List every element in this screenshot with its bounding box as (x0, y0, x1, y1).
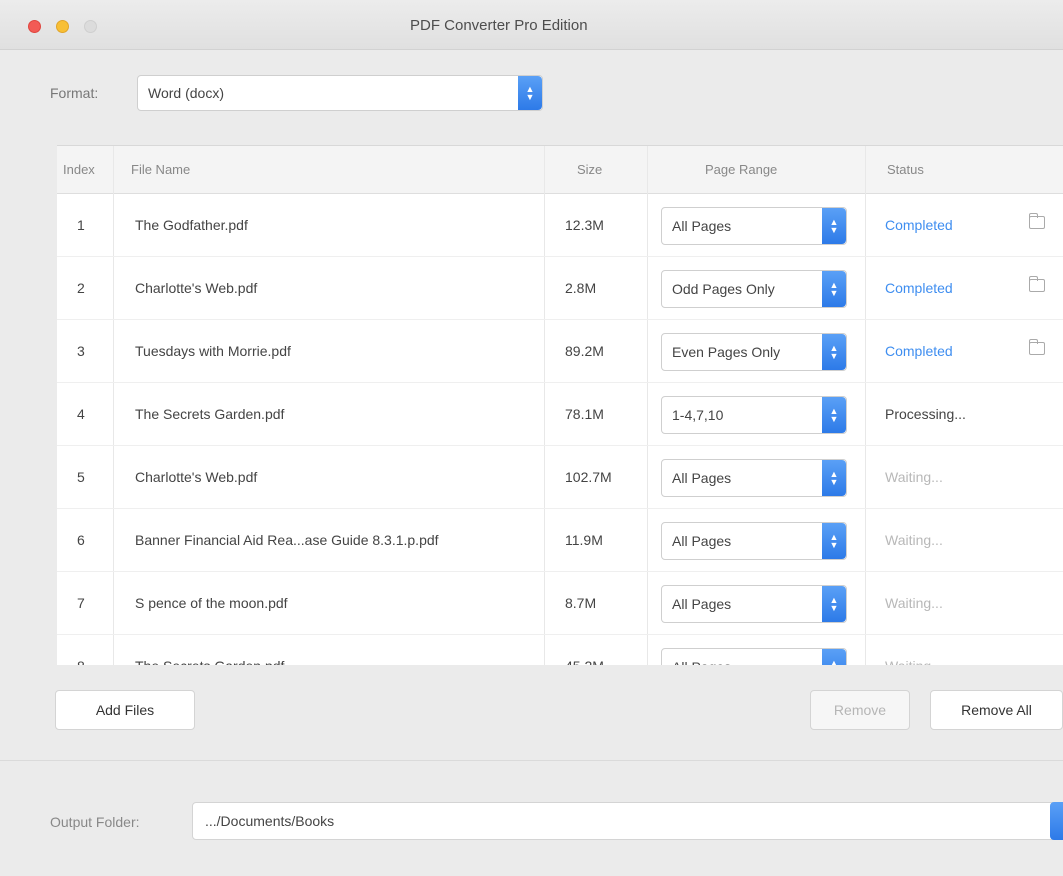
page-range-value: All Pages (672, 533, 732, 549)
page-range-select[interactable]: All Pages ▲▼ (661, 585, 847, 623)
row-status: Completed (885, 217, 953, 233)
page-range-value: Even Pages Only (672, 344, 781, 360)
row-file-name: Banner Financial Aid Rea...ase Guide 8.3… (135, 532, 439, 548)
row-status: Processing... (885, 406, 966, 422)
row-index: 8 (77, 658, 85, 665)
output-folder-label: Output Folder: (50, 814, 140, 830)
table-header: Index File Name Size Page Range Status (57, 146, 1063, 194)
row-index: 1 (77, 217, 85, 233)
output-folder-browse-button[interactable] (1050, 802, 1063, 840)
file-table: Index File Name Size Page Range Status 1… (57, 145, 1063, 665)
row-size: 12.3M (565, 217, 604, 233)
page-range-select[interactable]: Odd Pages Only ▲ ▼ (661, 270, 847, 308)
chevron-updown-icon[interactable]: ▲▼ (822, 397, 846, 433)
row-size: 78.1M (565, 406, 604, 422)
row-index: 2 (77, 280, 85, 296)
page-range-select[interactable]: 1-4,7,10 ▲ ▼ (661, 396, 847, 434)
row-file-name: The Secrets Garden.pdf (135, 658, 284, 665)
page-range-value: All Pages (672, 218, 732, 234)
page-range-select[interactable]: All Pages ▲▼ (661, 648, 847, 665)
row-status: Completed (885, 343, 953, 359)
format-value: Word (docx) (148, 85, 224, 101)
chevron-updown-icon[interactable]: ▲▼ (822, 208, 846, 244)
table-row[interactable]: 5 Charlotte's Web.pdf 102.7M All Pages ▲ ▼ Wai… (57, 446, 1063, 509)
row-size: 45.2M (565, 658, 604, 665)
row-size: 2.8M (565, 280, 597, 296)
row-status: Waiting... (885, 532, 943, 548)
page-range-value: All Pages (672, 659, 731, 665)
row-index: 6 (77, 532, 85, 548)
chevron-updown-icon[interactable]: ▲▼ (822, 460, 846, 496)
header-page-range: Page Range (705, 162, 778, 177)
remove-button[interactable]: Remove (810, 690, 910, 730)
row-index: 4 (77, 406, 85, 422)
header-index: Index (63, 162, 95, 177)
chevron-updown-icon[interactable]: ▲▼ (518, 76, 542, 110)
page-range-select[interactable]: All Pages ▲▼ (661, 207, 847, 245)
chevron-updown-icon[interactable]: ▲▼ (822, 586, 846, 622)
header-file-name: File Name (131, 162, 191, 177)
add-files-button[interactable]: Add Files (55, 690, 195, 730)
row-status: Waiting... (885, 469, 943, 485)
format-select[interactable]: Word (docx) ▲ ▼ (137, 75, 543, 111)
window-title: PDF Converter Pro Edition (410, 17, 588, 34)
row-file-name: Tuesdays with Morrie.pdf (135, 343, 291, 359)
table-row[interactable]: 4 The Secrets Garden.pdf 78.1M 1-4,7,10 ▲ ▼ Pr… (57, 383, 1063, 446)
row-size: 11.9M (565, 532, 603, 548)
row-status: Waiting... (885, 658, 943, 665)
format-label: Format: (50, 85, 99, 101)
chevron-updown-icon[interactable]: ▲▼ (822, 334, 846, 370)
row-file-name: Charlotte's Web.pdf (135, 469, 258, 485)
row-file-name: S pence of the moon.pdf (135, 595, 288, 611)
page-range-select[interactable]: All Pages ▲▼ (661, 522, 847, 560)
header-size: Size (577, 162, 603, 177)
table-row[interactable]: 8 The Secrets Garden.pdf 45.2M All Pages ▲▼ W… (57, 635, 1063, 665)
chevron-updown-icon[interactable]: ▲▼ (822, 523, 846, 559)
row-status: Completed (885, 280, 953, 296)
page-range-value: All Pages (672, 470, 732, 486)
page-range-value: 1-4,7,10 (672, 407, 724, 423)
page-range-value: Odd Pages Only (672, 281, 775, 297)
page-range-select[interactable]: Even Pages Only ▲ ▼ (661, 333, 847, 371)
row-index: 7 (77, 595, 85, 611)
row-status: Waiting... (885, 595, 943, 611)
row-size: 102.7M (565, 469, 612, 485)
table-row[interactable]: 2 Charlotte's Web.pdf 2.8M Odd Pages Only ▲ ▼… (57, 257, 1063, 320)
row-index: 3 (77, 343, 85, 359)
row-size: 8.7M (565, 595, 597, 611)
table-row[interactable]: 3 Tuesdays with Morrie.pdf 89.2M Even Pages… (57, 320, 1063, 383)
page-range-select[interactable]: All Pages ▲▼ (661, 459, 847, 497)
row-file-name: Charlotte's Web.pdf (135, 280, 258, 296)
folder-icon[interactable] (1029, 276, 1045, 292)
title-bar: PDF Converter Pro Edition (0, 0, 1063, 50)
folder-icon[interactable] (1029, 339, 1045, 355)
header-status: Status (887, 162, 924, 177)
page-range-value: All Pages (672, 596, 732, 612)
row-file-name: The Secrets Garden.pdf (135, 406, 285, 422)
chevron-updown-icon[interactable]: ▲▼ (822, 271, 846, 307)
section-divider (0, 760, 1063, 761)
row-file-name: The Godfather.pdf (135, 217, 248, 233)
row-index: 5 (77, 469, 85, 485)
table-row[interactable]: 6 Banner Financial Aid Rea...ase Guide 8.… (57, 509, 1063, 572)
table-row[interactable]: 7 S pence of the moon.pdf 8.7M All Pages ▲ ▼ W… (57, 572, 1063, 635)
table-row[interactable]: 1 The Godfather.pdf 12.3M All Pages ▲ ▼ Comple… (57, 194, 1063, 257)
chevron-updown-icon[interactable]: ▲▼ (822, 649, 846, 665)
folder-icon[interactable] (1029, 213, 1045, 229)
remove-all-button[interactable]: Remove All (930, 690, 1063, 730)
row-size: 89.2M (565, 343, 604, 359)
output-folder-field[interactable]: .../Documents/Books (192, 802, 1063, 840)
